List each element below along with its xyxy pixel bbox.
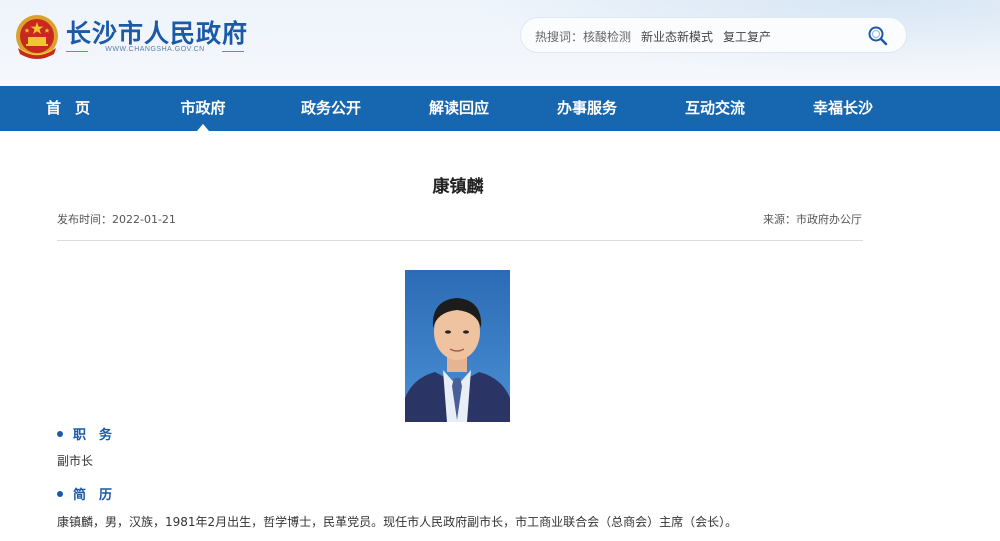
search-icon[interactable] [866,24,890,48]
hot-search-word[interactable]: 复工复产 [723,28,771,45]
national-emblem-icon[interactable] [14,12,60,62]
url-decor-line [222,51,244,52]
section-heading-label: 简 历 [73,488,113,503]
nav-item-home[interactable]: 首页 [40,86,110,131]
section-heading-position: 职 务 [57,424,112,443]
site-url: WWW.CHANGSHA.GOV.CN [105,46,205,53]
search-box[interactable]: 热搜词：核酸检测 新业态新模式 复工复产 [520,17,907,53]
bullet-dot-icon [57,430,63,437]
site-title[interactable]: 长沙市人民政府 [66,14,248,50]
section-heading-resume: 简 历 [57,484,112,503]
article-title: 康镇麟 [432,177,484,197]
nav-item-services[interactable]: 办事服务 [552,86,622,131]
nav-item-happy-changsha[interactable]: 幸福长沙 [808,86,878,131]
article-source: 来源：市政府办公厅 [763,213,862,226]
bullet-dot-icon [57,490,63,497]
publish-time: 发布时间：2022-01-21 [57,213,176,226]
site-url-wrap: WWW.CHANGSHA.GOV.CN [66,46,244,58]
hot-search-word[interactable]: 新业态新模式 [641,28,713,45]
position-text: 副市长 [57,454,94,468]
site-header: 长沙市人民政府 WWW.CHANGSHA.GOV.CN 热搜词：核酸检测 新业态… [0,0,1000,86]
main-nav: 首页 市政府 政务公开 解读回应 办事服务 互动交流 幸福长沙 [0,86,1000,131]
section-heading-label: 职 务 [73,428,113,443]
nav-item-interpretation[interactable]: 解读回应 [424,86,494,131]
nav-item-interaction[interactable]: 互动交流 [680,86,750,131]
resume-text: 康镇麟，男，汉族，1981年2月出生，哲学博士，民革党员。现任市人民政府副市长，… [57,515,738,529]
url-decor-line [66,51,88,52]
active-nav-indicator [197,124,209,131]
divider [57,240,863,241]
nav-item-government-affairs[interactable]: 政务公开 [296,86,366,131]
official-portrait [405,270,510,422]
hot-search-label[interactable]: 热搜词：核酸检测 [535,28,631,45]
